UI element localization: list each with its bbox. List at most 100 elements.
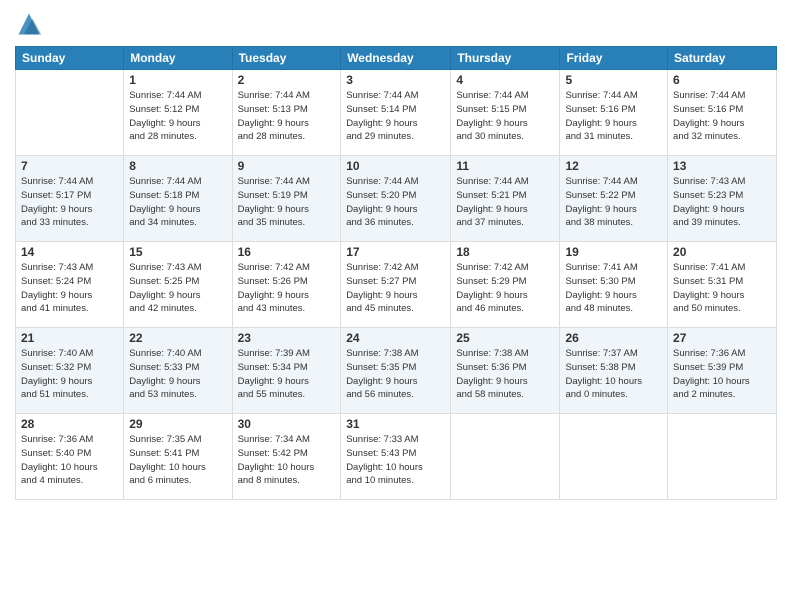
calendar-day-cell: 11 Sunrise: 7:44 AM Sunset: 5:21 PM Dayli… bbox=[451, 156, 560, 242]
day-number: 15 bbox=[129, 245, 226, 259]
day-info: Sunrise: 7:44 AM Sunset: 5:16 PM Dayligh… bbox=[673, 89, 771, 144]
logo-icon bbox=[15, 10, 43, 38]
day-info: Sunrise: 7:44 AM Sunset: 5:13 PM Dayligh… bbox=[238, 89, 336, 144]
day-number: 26 bbox=[565, 331, 662, 345]
day-info: Sunrise: 7:44 AM Sunset: 5:15 PM Dayligh… bbox=[456, 89, 554, 144]
calendar-day-cell: 12 Sunrise: 7:44 AM Sunset: 5:22 PM Dayli… bbox=[560, 156, 668, 242]
day-number: 23 bbox=[238, 331, 336, 345]
day-info: Sunrise: 7:43 AM Sunset: 5:25 PM Dayligh… bbox=[129, 261, 226, 316]
day-number: 14 bbox=[21, 245, 118, 259]
day-info: Sunrise: 7:44 AM Sunset: 5:22 PM Dayligh… bbox=[565, 175, 662, 230]
calendar-table: SundayMondayTuesdayWednesdayThursdayFrid… bbox=[15, 46, 777, 500]
day-number: 12 bbox=[565, 159, 662, 173]
day-info: Sunrise: 7:38 AM Sunset: 5:36 PM Dayligh… bbox=[456, 347, 554, 402]
day-number: 30 bbox=[238, 417, 336, 431]
day-info: Sunrise: 7:39 AM Sunset: 5:34 PM Dayligh… bbox=[238, 347, 336, 402]
calendar-day-header: Sunday bbox=[16, 47, 124, 70]
day-info: Sunrise: 7:42 AM Sunset: 5:27 PM Dayligh… bbox=[346, 261, 445, 316]
day-info: Sunrise: 7:43 AM Sunset: 5:23 PM Dayligh… bbox=[673, 175, 771, 230]
calendar-day-cell: 17Sunrise: 7:42 AM Sunset: 5:27 PM Dayli… bbox=[341, 242, 451, 328]
day-number: 4 bbox=[456, 73, 554, 87]
day-info: Sunrise: 7:44 AM Sunset: 5:12 PM Dayligh… bbox=[129, 89, 226, 144]
day-info: Sunrise: 7:44 AM Sunset: 5:18 PM Dayligh… bbox=[129, 175, 226, 230]
calendar-day-cell: 28 Sunrise: 7:36 AM Sunset: 5:40 PM Dayli… bbox=[16, 414, 124, 500]
day-number: 11 bbox=[456, 159, 554, 173]
header bbox=[15, 10, 777, 38]
day-number: 2 bbox=[238, 73, 336, 87]
calendar-day-cell: 24 Sunrise: 7:38 AM Sunset: 5:35 PM Dayli… bbox=[341, 328, 451, 414]
day-info: Sunrise: 7:44 AM Sunset: 5:16 PM Dayligh… bbox=[565, 89, 662, 144]
day-number: 21 bbox=[21, 331, 118, 345]
calendar-week-row: 7 Sunrise: 7:44 AM Sunset: 5:17 PM Daylig… bbox=[16, 156, 777, 242]
day-info: Sunrise: 7:40 AM Sunset: 5:32 PM Dayligh… bbox=[21, 347, 118, 402]
calendar-day-cell bbox=[451, 414, 560, 500]
calendar-day-cell: 7 Sunrise: 7:44 AM Sunset: 5:17 PM Daylig… bbox=[16, 156, 124, 242]
day-number: 29 bbox=[129, 417, 226, 431]
day-number: 18 bbox=[456, 245, 554, 259]
calendar-day-header: Tuesday bbox=[232, 47, 341, 70]
calendar-day-cell: 6 Sunrise: 7:44 AM Sunset: 5:16 PM Daylig… bbox=[668, 70, 777, 156]
day-number: 13 bbox=[673, 159, 771, 173]
day-info: Sunrise: 7:35 AM Sunset: 5:41 PM Dayligh… bbox=[129, 433, 226, 488]
calendar-day-cell: 18 Sunrise: 7:42 AM Sunset: 5:29 PM Dayli… bbox=[451, 242, 560, 328]
day-number: 5 bbox=[565, 73, 662, 87]
calendar-day-cell: 16 Sunrise: 7:42 AM Sunset: 5:26 PM Dayli… bbox=[232, 242, 341, 328]
calendar-day-cell: 25 Sunrise: 7:38 AM Sunset: 5:36 PM Dayli… bbox=[451, 328, 560, 414]
calendar-day-cell: 20 Sunrise: 7:41 AM Sunset: 5:31 PM Dayli… bbox=[668, 242, 777, 328]
calendar-header-row: SundayMondayTuesdayWednesdayThursdayFrid… bbox=[16, 47, 777, 70]
calendar-week-row: 1 Sunrise: 7:44 AM Sunset: 5:12 PM Daylig… bbox=[16, 70, 777, 156]
page: SundayMondayTuesdayWednesdayThursdayFrid… bbox=[0, 0, 792, 612]
calendar-day-cell bbox=[560, 414, 668, 500]
day-number: 7 bbox=[21, 159, 118, 173]
day-number: 9 bbox=[238, 159, 336, 173]
calendar-day-cell: 2 Sunrise: 7:44 AM Sunset: 5:13 PM Daylig… bbox=[232, 70, 341, 156]
day-number: 27 bbox=[673, 331, 771, 345]
day-info: Sunrise: 7:33 AM Sunset: 5:43 PM Dayligh… bbox=[346, 433, 445, 488]
calendar-day-cell: 4 Sunrise: 7:44 AM Sunset: 5:15 PM Daylig… bbox=[451, 70, 560, 156]
calendar-day-cell: 23 Sunrise: 7:39 AM Sunset: 5:34 PM Dayli… bbox=[232, 328, 341, 414]
calendar-day-cell: 15 Sunrise: 7:43 AM Sunset: 5:25 PM Dayli… bbox=[124, 242, 232, 328]
day-number: 24 bbox=[346, 331, 445, 345]
day-number: 6 bbox=[673, 73, 771, 87]
day-info: Sunrise: 7:44 AM Sunset: 5:14 PM Dayligh… bbox=[346, 89, 445, 144]
calendar-week-row: 14 Sunrise: 7:43 AM Sunset: 5:24 PM Dayli… bbox=[16, 242, 777, 328]
calendar-week-row: 28 Sunrise: 7:36 AM Sunset: 5:40 PM Dayli… bbox=[16, 414, 777, 500]
calendar-day-header: Wednesday bbox=[341, 47, 451, 70]
day-info: Sunrise: 7:44 AM Sunset: 5:19 PM Dayligh… bbox=[238, 175, 336, 230]
day-number: 8 bbox=[129, 159, 226, 173]
day-number: 1 bbox=[129, 73, 226, 87]
day-info: Sunrise: 7:43 AM Sunset: 5:24 PM Dayligh… bbox=[21, 261, 118, 316]
calendar-day-cell: 3Sunrise: 7:44 AM Sunset: 5:14 PM Daylig… bbox=[341, 70, 451, 156]
logo bbox=[15, 10, 47, 38]
day-info: Sunrise: 7:42 AM Sunset: 5:26 PM Dayligh… bbox=[238, 261, 336, 316]
calendar-day-cell: 29 Sunrise: 7:35 AM Sunset: 5:41 PM Dayli… bbox=[124, 414, 232, 500]
calendar-day-cell: 21 Sunrise: 7:40 AM Sunset: 5:32 PM Dayli… bbox=[16, 328, 124, 414]
calendar-day-header: Monday bbox=[124, 47, 232, 70]
calendar-day-cell: 1 Sunrise: 7:44 AM Sunset: 5:12 PM Daylig… bbox=[124, 70, 232, 156]
day-number: 25 bbox=[456, 331, 554, 345]
calendar-day-cell: 19Sunrise: 7:41 AM Sunset: 5:30 PM Dayli… bbox=[560, 242, 668, 328]
calendar-day-cell: 30 Sunrise: 7:34 AM Sunset: 5:42 PM Dayli… bbox=[232, 414, 341, 500]
day-info: Sunrise: 7:34 AM Sunset: 5:42 PM Dayligh… bbox=[238, 433, 336, 488]
day-info: Sunrise: 7:38 AM Sunset: 5:35 PM Dayligh… bbox=[346, 347, 445, 402]
day-number: 16 bbox=[238, 245, 336, 259]
day-info: Sunrise: 7:44 AM Sunset: 5:21 PM Dayligh… bbox=[456, 175, 554, 230]
calendar-day-cell bbox=[16, 70, 124, 156]
day-info: Sunrise: 7:42 AM Sunset: 5:29 PM Dayligh… bbox=[456, 261, 554, 316]
day-number: 20 bbox=[673, 245, 771, 259]
calendar-day-cell: 5 Sunrise: 7:44 AM Sunset: 5:16 PM Daylig… bbox=[560, 70, 668, 156]
day-info: Sunrise: 7:36 AM Sunset: 5:39 PM Dayligh… bbox=[673, 347, 771, 402]
day-info: Sunrise: 7:36 AM Sunset: 5:40 PM Dayligh… bbox=[21, 433, 118, 488]
calendar-day-header: Thursday bbox=[451, 47, 560, 70]
calendar-day-cell: 10Sunrise: 7:44 AM Sunset: 5:20 PM Dayli… bbox=[341, 156, 451, 242]
day-info: Sunrise: 7:41 AM Sunset: 5:31 PM Dayligh… bbox=[673, 261, 771, 316]
calendar-day-header: Friday bbox=[560, 47, 668, 70]
day-number: 28 bbox=[21, 417, 118, 431]
calendar-day-cell: 8 Sunrise: 7:44 AM Sunset: 5:18 PM Daylig… bbox=[124, 156, 232, 242]
day-number: 22 bbox=[129, 331, 226, 345]
calendar-day-cell: 31Sunrise: 7:33 AM Sunset: 5:43 PM Dayli… bbox=[341, 414, 451, 500]
day-info: Sunrise: 7:44 AM Sunset: 5:17 PM Dayligh… bbox=[21, 175, 118, 230]
calendar-day-cell: 22 Sunrise: 7:40 AM Sunset: 5:33 PM Dayli… bbox=[124, 328, 232, 414]
day-info: Sunrise: 7:37 AM Sunset: 5:38 PM Dayligh… bbox=[565, 347, 662, 402]
day-info: Sunrise: 7:40 AM Sunset: 5:33 PM Dayligh… bbox=[129, 347, 226, 402]
